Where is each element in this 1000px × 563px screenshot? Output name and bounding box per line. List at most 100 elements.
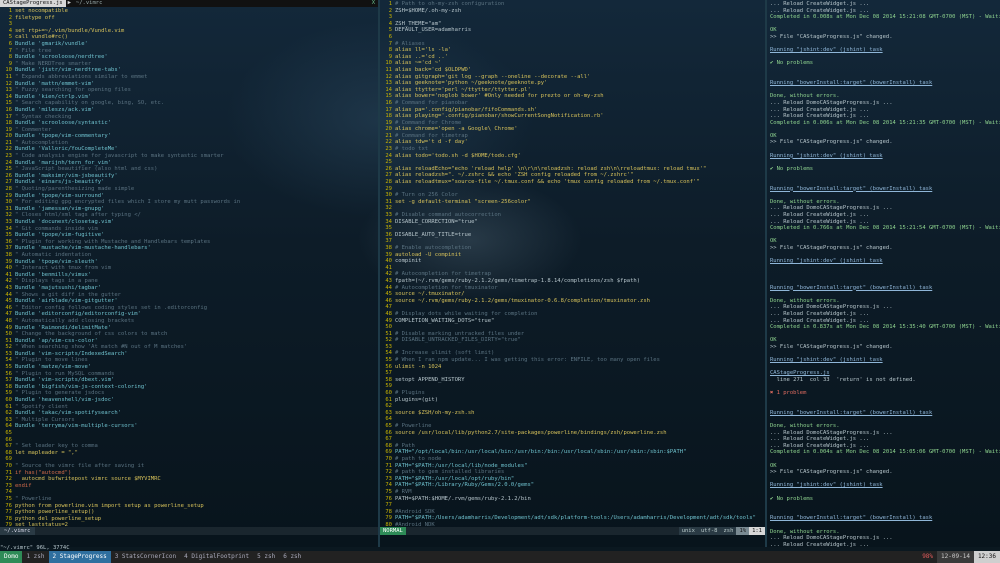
- tmux-window-tab[interactable]: 4 DigitalFootprint: [180, 553, 253, 561]
- code-line[interactable]: 40 " Interact with tmux from vim: [0, 265, 378, 272]
- code-line[interactable]: 70 " Source the vimrc file after saving i…: [0, 463, 378, 470]
- code-line[interactable]: 75 # RVM: [380, 489, 765, 496]
- code-line[interactable]: 41: [380, 265, 765, 272]
- code-line[interactable]: 8 alias ll='ls -la': [380, 47, 765, 54]
- code-line[interactable]: 18 alias playing='.config/pianobar/showCu…: [380, 113, 765, 120]
- code-line[interactable]: 47: [380, 304, 765, 311]
- code-line[interactable]: 9 " Make NERDTree smarter: [0, 61, 378, 68]
- tmux-window-tab[interactable]: 2 StageProgress: [48, 551, 111, 563]
- code-line[interactable]: 19 " Commenter: [0, 127, 378, 134]
- code-line[interactable]: 31 set -g default-terminal "screen-256col…: [380, 199, 765, 206]
- grunt-watch-output-pane[interactable]: ... Reload CreateWidget.js ...... Reload…: [767, 0, 1000, 547]
- code-line[interactable]: 25 " JavaScript beautifier (also html and…: [0, 166, 378, 173]
- code-line[interactable]: 43 Bundle 'majutsushi/tagbar': [0, 285, 378, 292]
- code-line[interactable]: 15 alias bower='noglob bower' #Only neede…: [380, 93, 765, 100]
- code-line[interactable]: 50: [380, 324, 765, 331]
- code-line[interactable]: 42 " Displays tags in a pane: [0, 278, 378, 285]
- code-line[interactable]: 45 source ~/.tmuxinator/: [380, 291, 765, 298]
- code-line[interactable]: 34 " Git commands inside vim: [0, 226, 378, 233]
- code-line[interactable]: 37 Bundle 'mustache/vim-mustache-handleba…: [0, 245, 378, 252]
- code-line[interactable]: 38 " Automatic indentation: [0, 252, 378, 259]
- code-line[interactable]: 26 alias reloadEcho="echo 'reload help' \…: [380, 166, 765, 173]
- code-line[interactable]: 35: [380, 225, 765, 232]
- tmux-window-tab[interactable]: 6 zsh: [279, 553, 305, 561]
- code-line[interactable]: 17 " Syntax checking: [0, 114, 378, 121]
- tmux-window-tab[interactable]: 1 zsh: [22, 553, 48, 561]
- code-line[interactable]: 10 alias ~='cd ~': [380, 60, 765, 67]
- code-line[interactable]: 57: [380, 370, 765, 377]
- code-line[interactable]: 66 source /usr/local/lib/python2.7/site-p…: [380, 430, 765, 437]
- code-line[interactable]: 13 alias geeknote='python ~/geeknote/geek…: [380, 80, 765, 87]
- code-line[interactable]: 9 alias ..='cd ..': [380, 54, 765, 61]
- code-line[interactable]: 1 set nocompatible: [0, 8, 378, 15]
- code-line[interactable]: 40 compinit: [380, 258, 765, 265]
- code-line[interactable]: 8 Bundle 'scrooloose/nerdtree': [0, 54, 378, 61]
- code-line[interactable]: 69: [0, 456, 378, 463]
- code-line[interactable]: 30 " For editing gpg encrypted files whic…: [0, 199, 378, 206]
- code-line[interactable]: 63 " Multiple Cursors: [0, 417, 378, 424]
- code-line[interactable]: 52 # DISABLE_UNTRACKED_FILES_DIRTY="true": [380, 337, 765, 344]
- code-line[interactable]: 47 Bundle 'editorconfig/editorconfig-vim': [0, 311, 378, 318]
- code-line[interactable]: 53: [380, 344, 765, 351]
- tab-close-button[interactable]: X: [369, 0, 378, 7]
- code-line[interactable]: 12 Bundle 'mattn/emmet-vim': [0, 81, 378, 88]
- code-line[interactable]: 53 Bundle 'vim-scripts/IndexedSearch': [0, 351, 378, 358]
- code-line[interactable]: 43 fpath=(~/.rvm/gems/ruby-2.1.2/gems/tim…: [380, 278, 765, 285]
- code-line[interactable]: 11 " Expands abbreviations similar to emm…: [0, 74, 378, 81]
- code-line[interactable]: 24 alias todo='todo.sh -d $HOME/todo.cfg': [380, 153, 765, 160]
- code-line[interactable]: 20 alias chrome='open -a Google\ Chrome': [380, 126, 765, 133]
- code-line[interactable]: 7 # Aliases: [380, 41, 765, 48]
- code-line[interactable]: 59: [380, 383, 765, 390]
- code-line[interactable]: 71 if has("autocmd"): [0, 470, 378, 477]
- code-line[interactable]: 26 Bundle 'maksimr/vim-jsbeautify': [0, 173, 378, 180]
- code-line[interactable]: 17 alias pa='.config/pianobar/fifoCommand…: [380, 107, 765, 114]
- code-line[interactable]: 11 alias back='cd $OLDPWD': [380, 67, 765, 74]
- code-line[interactable]: 16 Bundle 'mileszs/ack.vim': [0, 107, 378, 114]
- code-line[interactable]: 68 let mapleader = ",": [0, 450, 378, 457]
- code-line[interactable]: 68 # Path: [380, 443, 765, 450]
- code-line[interactable]: 49 Bundle 'Raimondi/delimitMate': [0, 325, 378, 332]
- code-line[interactable]: 75 " Powerline: [0, 496, 378, 503]
- code-line[interactable]: 64 Bundle 'terryma/vim-multiple-cursors': [0, 423, 378, 430]
- code-line[interactable]: 24 Bundle 'marijnh/tern_for_vim': [0, 160, 378, 167]
- code-line[interactable]: 58 Bundle 'bigfish/vim-js-context-colorin…: [0, 384, 378, 391]
- code-line[interactable]: 15 " Search capability on google, bing, S…: [0, 100, 378, 107]
- code-line[interactable]: 55 # When I ran npm update... I was getti…: [380, 357, 765, 364]
- code-line[interactable]: 29: [380, 186, 765, 193]
- code-line[interactable]: 74 PATH="$PATH:/Library/Ruby/Gems/2.0.0/g…: [380, 482, 765, 489]
- code-line[interactable]: 7 " File tree: [0, 48, 378, 55]
- code-line[interactable]: 73 PATH="$PATH:/usr/local/opt/ruby/bin": [380, 476, 765, 483]
- code-line[interactable]: 72 autocmd bufwritepost vimrc source $MY…: [0, 476, 378, 483]
- code-line[interactable]: 3: [380, 14, 765, 21]
- code-line[interactable]: 29 Bundle 'tpope/vim-surround': [0, 193, 378, 200]
- tmux-session-name[interactable]: Domo: [0, 551, 23, 563]
- code-line[interactable]: 14 Bundle 'kien/ctrlp.vim': [0, 94, 378, 101]
- code-line[interactable]: 79 PATH="$PATH:/Users/adamharris/Developm…: [380, 515, 765, 522]
- code-line[interactable]: 5 call vundle#rc(): [0, 34, 378, 41]
- code-line[interactable]: 28 alias reloadtmux="source-file ~/.tmux.…: [380, 179, 765, 186]
- code-line[interactable]: 69 PATH="/opt/local/bin:/usr/local/bin:/u…: [380, 449, 765, 456]
- code-line[interactable]: 20 Bundle 'tpope/vim-commentary': [0, 133, 378, 140]
- code-line[interactable]: 5 DEFAULT_USER=adamharris: [380, 27, 765, 34]
- code-line[interactable]: 2 filetype off: [0, 15, 378, 22]
- code-line[interactable]: 51 Bundle 'ap/vim-css-color': [0, 338, 378, 345]
- code-line[interactable]: 62: [380, 403, 765, 410]
- code-line[interactable]: 64: [380, 416, 765, 423]
- vimrc-text-buffer[interactable]: 1 set nocompatible 2 filetype off 3 4 set rtp+…: [0, 7, 378, 535]
- code-line[interactable]: 48 " Automatically add closing brackets: [0, 318, 378, 325]
- code-line[interactable]: 44 # Autocompletion for tmuxinator: [380, 285, 765, 292]
- code-line[interactable]: 74: [0, 489, 378, 496]
- code-line[interactable]: 38 # Enable autocompletion: [380, 245, 765, 252]
- code-line[interactable]: 46 " Editor config follows coding styles …: [0, 305, 378, 312]
- code-line[interactable]: 77: [380, 502, 765, 509]
- code-line[interactable]: 10 Bundle 'jistr/vim-nerdtree-tabs': [0, 67, 378, 74]
- code-line[interactable]: 31 Bundle 'jamessan/vim-gnupg': [0, 206, 378, 213]
- code-line[interactable]: 23 " Code analysis engine for javascript …: [0, 153, 378, 160]
- code-line[interactable]: 57 Bundle 'vim-scripts/dbext.vim': [0, 377, 378, 384]
- code-line[interactable]: 6: [380, 34, 765, 41]
- zshrc-editor-pane[interactable]: 1 # Path to oh-my-zsh configuration 2 ZSH=$…: [380, 0, 765, 535]
- code-line[interactable]: 73 endif: [0, 483, 378, 490]
- code-line[interactable]: 36 DISABLE_AUTO_TITLE=true: [380, 232, 765, 239]
- code-line[interactable]: 22 alias tdw='t d -f day': [380, 139, 765, 146]
- code-line[interactable]: 71 PATH="$PATH:/usr/local/lib/node_module…: [380, 463, 765, 470]
